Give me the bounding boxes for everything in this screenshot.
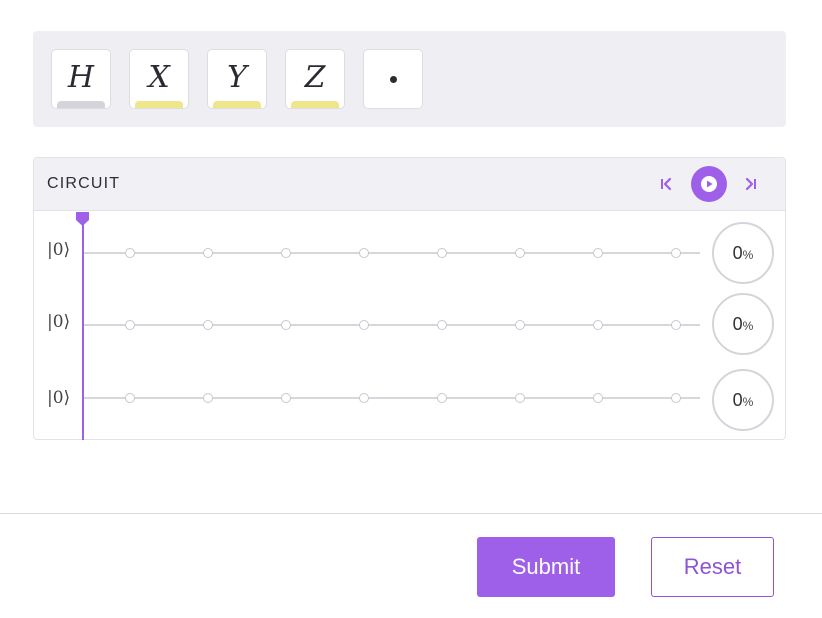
wire-slot[interactable]: [593, 248, 603, 258]
reset-button[interactable]: Reset: [651, 537, 774, 597]
wire-slot[interactable]: [437, 248, 447, 258]
probability-readout: 0%: [712, 222, 774, 284]
wire-slot[interactable]: [671, 248, 681, 258]
gate-z-label: Z: [304, 59, 326, 95]
probability-value: 0: [732, 242, 743, 263]
wire-slot[interactable]: [437, 393, 447, 403]
wire-slot[interactable]: [593, 320, 603, 330]
wire-slot[interactable]: [281, 320, 291, 330]
control-dot-icon: [389, 75, 397, 83]
footer-divider: [0, 513, 822, 514]
wire-slot[interactable]: [281, 393, 291, 403]
qubit-row: |0⟩ 0%: [34, 293, 785, 355]
qubit-wire: [84, 397, 700, 399]
qubit-wire: [84, 252, 700, 254]
playhead-handle[interactable]: [75, 211, 90, 232]
qubit-wire: [84, 324, 700, 326]
gate-y-color-bar: [213, 101, 261, 108]
gate-x-label: X: [148, 59, 170, 95]
submit-button[interactable]: Submit: [477, 537, 615, 597]
skip-to-start-icon[interactable]: [659, 177, 673, 196]
probability-readout: 0%: [712, 369, 774, 431]
wire-slot[interactable]: [125, 248, 135, 258]
gate-h-color-bar: [57, 101, 105, 108]
wire-slot[interactable]: [125, 320, 135, 330]
gate-y-tile[interactable]: Y: [207, 49, 267, 109]
probability-value: 0: [732, 313, 743, 334]
wire-slot[interactable]: [359, 393, 369, 403]
wire-slot[interactable]: [515, 248, 525, 258]
wire-slot[interactable]: [203, 320, 213, 330]
control-dot-tile[interactable]: [363, 49, 423, 109]
wire-slot[interactable]: [203, 393, 213, 403]
playhead-line: [82, 216, 84, 440]
gate-y-label: Y: [227, 59, 247, 95]
wire-slot[interactable]: [437, 320, 447, 330]
qubit-row: |0⟩ 0%: [34, 367, 785, 431]
wire-slot[interactable]: [359, 320, 369, 330]
probability-unit: %: [742, 319, 754, 333]
gate-z-tile[interactable]: Z: [285, 49, 345, 109]
play-icon: [701, 176, 717, 192]
gate-h-label: H: [67, 59, 95, 95]
wire-slot[interactable]: [203, 248, 213, 258]
gate-h-tile[interactable]: H: [51, 49, 111, 109]
wire-slot[interactable]: [671, 320, 681, 330]
play-button[interactable]: [691, 166, 727, 202]
circuit-panel: CIRCUIT |0⟩ 0 % |0⟩ 0 % |0⟩ 0 %: [33, 157, 786, 440]
gate-z-color-bar: [291, 101, 339, 108]
probability-readout: 0%: [712, 293, 774, 355]
wire-slot[interactable]: [593, 393, 603, 403]
probability-unit: %: [742, 395, 754, 409]
circuit-title: CIRCUIT: [47, 175, 121, 192]
qubit-state-label: |0⟩: [47, 240, 71, 260]
gate-x-tile[interactable]: X: [129, 49, 189, 109]
qubit-state-label: |0⟩: [47, 388, 71, 408]
qubit-row: |0⟩ 0%: [34, 222, 785, 284]
circuit-header: CIRCUIT: [34, 158, 785, 211]
gate-x-color-bar: [135, 101, 183, 108]
skip-to-end-icon[interactable]: [744, 177, 758, 196]
probability-value: 0: [732, 389, 743, 410]
qubit-state-label: |0⟩: [47, 312, 71, 332]
probability-unit: %: [742, 248, 754, 262]
wire-slot[interactable]: [125, 393, 135, 403]
wire-slot[interactable]: [359, 248, 369, 258]
wire-slot[interactable]: [515, 320, 525, 330]
gate-palette: H X Y Z: [33, 31, 786, 127]
wire-slot[interactable]: [515, 393, 525, 403]
wire-slot[interactable]: [281, 248, 291, 258]
wire-slot[interactable]: [671, 393, 681, 403]
